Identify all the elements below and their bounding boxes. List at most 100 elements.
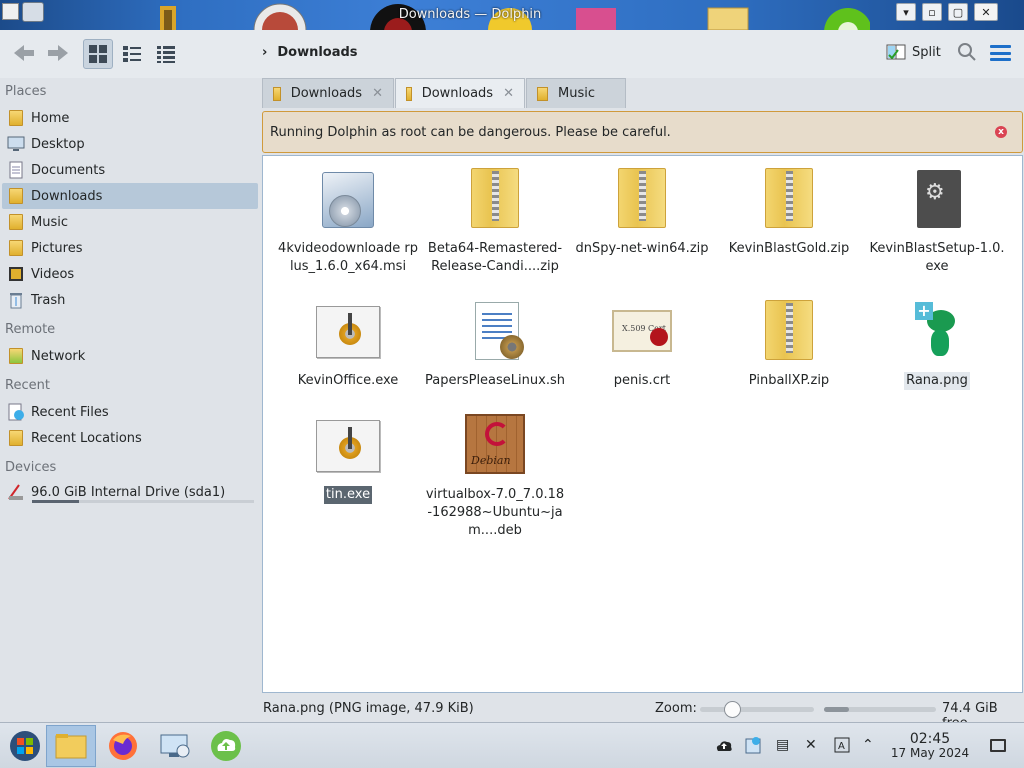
file-item[interactable]: Debian virtualbox-7.0_7.0.18-162988~Ubun… bbox=[425, 414, 565, 540]
root-warning-banner: Running Dolphin as root can be dangerous… bbox=[262, 111, 1023, 153]
application-icon bbox=[316, 414, 380, 478]
sidebar-item-recent-locations[interactable]: Recent Locations bbox=[2, 425, 258, 451]
sidebar-item-label: Music bbox=[31, 214, 68, 230]
forward-button[interactable] bbox=[44, 38, 72, 68]
desktop-icon bbox=[7, 135, 25, 153]
clipboard-icon[interactable]: ▤ bbox=[776, 737, 789, 753]
close-warning-icon[interactable]: x bbox=[995, 126, 1007, 138]
sidebar-item-videos[interactable]: Videos bbox=[2, 261, 258, 287]
cloud-sync-icon[interactable] bbox=[714, 737, 734, 753]
file-name: PapersPleaseLinux.sh bbox=[425, 373, 565, 388]
view-icons-button[interactable] bbox=[83, 39, 113, 69]
firefox-icon bbox=[109, 732, 137, 760]
tab-close-icon[interactable]: ✕ bbox=[503, 86, 514, 101]
status-bar: Rana.png (PNG image, 47.9 KiB) Zoom: 74.… bbox=[262, 696, 1024, 731]
taskbar-system-settings[interactable] bbox=[150, 725, 200, 767]
folder-icon bbox=[537, 86, 548, 101]
file-item[interactable]: KevinBlastSetup-1.0.exe bbox=[867, 168, 1007, 276]
breadcrumb-downloads[interactable]: Downloads bbox=[277, 45, 357, 60]
breadcrumb[interactable]: › Downloads bbox=[262, 45, 358, 60]
videos-folder-icon bbox=[7, 265, 25, 283]
back-button[interactable] bbox=[10, 38, 38, 68]
tab-close-icon[interactable]: ✕ bbox=[372, 86, 383, 101]
tab-label: Downloads bbox=[421, 86, 494, 101]
minimize-button[interactable]: ▫ bbox=[922, 3, 942, 21]
zoom-slider-handle[interactable] bbox=[723, 701, 741, 718]
taskbar-dolphin[interactable] bbox=[46, 725, 96, 767]
split-button[interactable]: Split bbox=[886, 43, 941, 61]
file-item[interactable]: KevinOffice.exe bbox=[278, 300, 418, 390]
start-menu-button[interactable] bbox=[0, 725, 50, 767]
tab-music[interactable]: Music bbox=[526, 78, 626, 108]
maximize-button[interactable]: ▢ bbox=[948, 3, 968, 21]
keep-above-button[interactable]: ▾ bbox=[896, 3, 916, 21]
tab-bar: Downloads ✕ Downloads ✕ Music bbox=[262, 78, 1024, 108]
home-folder-icon bbox=[7, 109, 25, 127]
windows-orb-icon bbox=[10, 731, 40, 761]
sidebar-item-downloads[interactable]: Downloads bbox=[2, 183, 258, 209]
title-bar[interactable]: Downloads — Dolphin ▾ ▫ ▢ ✕ bbox=[0, 0, 1024, 30]
view-details-button[interactable] bbox=[151, 39, 181, 69]
status-info: Rana.png (PNG image, 47.9 KiB) bbox=[263, 701, 474, 716]
sidebar-item-label: Network bbox=[31, 348, 86, 364]
taskbar-discover[interactable] bbox=[201, 725, 251, 767]
close-button[interactable]: ✕ bbox=[974, 3, 998, 21]
cloud-upload-icon bbox=[211, 731, 241, 761]
sidebar-item-home[interactable]: Home bbox=[2, 105, 258, 131]
drive-icon bbox=[7, 483, 25, 501]
file-item[interactable]: PinballXP.zip bbox=[719, 300, 859, 390]
certificate-icon: X.509 Cert bbox=[610, 300, 674, 364]
volume-muted-icon[interactable]: ✕ bbox=[805, 737, 817, 753]
trash-icon bbox=[7, 291, 25, 309]
file-item[interactable]: 4kvideodownloade rplus_1.6.0_x64.msi bbox=[278, 168, 418, 276]
taskbar-firefox[interactable] bbox=[98, 725, 148, 767]
show-desktop-icon[interactable] bbox=[990, 739, 1006, 752]
sidebar-item-documents[interactable]: Documents bbox=[2, 157, 258, 183]
file-item[interactable]: + Rana.png bbox=[867, 300, 1007, 390]
sidebar-item-pictures[interactable]: Pictures bbox=[2, 235, 258, 261]
taskbar: ▤ ✕ A ⌃ 02:45 17 May 2024 bbox=[0, 722, 1024, 768]
sidebar-item-network[interactable]: Network bbox=[2, 343, 258, 369]
hamburger-menu-icon[interactable] bbox=[990, 45, 1011, 61]
search-button[interactable] bbox=[957, 42, 977, 67]
tab-downloads-2[interactable]: Downloads ✕ bbox=[395, 78, 525, 108]
network-icon bbox=[7, 347, 25, 365]
sidebar-item-label: Recent Locations bbox=[31, 430, 142, 446]
zip-archive-icon bbox=[757, 300, 821, 364]
sidebar-item-recent-files[interactable]: Recent Files bbox=[2, 399, 258, 425]
section-remote: Remote bbox=[5, 322, 56, 337]
zoom-slider[interactable] bbox=[700, 701, 814, 718]
icons-view-icon bbox=[89, 45, 107, 63]
file-name: virtualbox-7.0_7.0.18-162988~Ubuntu~jam.… bbox=[425, 487, 565, 538]
clock[interactable]: 02:45 17 May 2024 bbox=[884, 732, 976, 760]
file-item[interactable]: X.509 Cert penis.crt bbox=[572, 300, 712, 390]
show-hidden-icons-icon[interactable]: ⌃ bbox=[862, 737, 874, 753]
view-compact-button[interactable] bbox=[117, 39, 147, 69]
file-name: dnSpy-net-win64.zip bbox=[575, 241, 709, 256]
file-item[interactable]: tin.exe bbox=[278, 414, 418, 504]
input-method-icon[interactable]: A bbox=[834, 737, 850, 753]
downloads-folder-icon bbox=[7, 187, 25, 205]
sidebar-item-music[interactable]: Music bbox=[2, 209, 258, 235]
file-view[interactable]: 4kvideodownloade rplus_1.6.0_x64.msi Bet… bbox=[262, 155, 1023, 693]
sidebar-item-label: Documents bbox=[31, 162, 106, 178]
sidebar-item-trash[interactable]: Trash bbox=[2, 287, 258, 313]
sidebar-item-desktop[interactable]: Desktop bbox=[2, 131, 258, 157]
sidebar-item-label: Desktop bbox=[31, 136, 85, 152]
file-name: 4kvideodownloade rplus_1.6.0_x64.msi bbox=[278, 241, 418, 274]
file-name: PinballXP.zip bbox=[748, 373, 830, 388]
application-icon bbox=[316, 300, 380, 364]
crate-label: Debian bbox=[471, 454, 511, 467]
file-item[interactable]: Beta64-Remastered-Release-Candi....zip bbox=[425, 168, 565, 276]
clock-time: 02:45 bbox=[909, 731, 951, 747]
folder-icon bbox=[273, 86, 281, 101]
drive-usage-bar bbox=[32, 500, 254, 503]
file-item[interactable]: PapersPleaseLinux.sh bbox=[425, 300, 565, 390]
tab-downloads-1[interactable]: Downloads ✕ bbox=[262, 78, 394, 108]
discover-notifier-icon[interactable] bbox=[744, 735, 762, 755]
file-item[interactable]: KevinBlastGold.zip bbox=[719, 168, 859, 258]
file-name: Rana.png bbox=[904, 372, 970, 390]
file-item[interactable]: dnSpy-net-win64.zip bbox=[572, 168, 712, 258]
sidebar-item-label: Downloads bbox=[31, 188, 103, 204]
zip-archive-icon bbox=[757, 168, 821, 232]
